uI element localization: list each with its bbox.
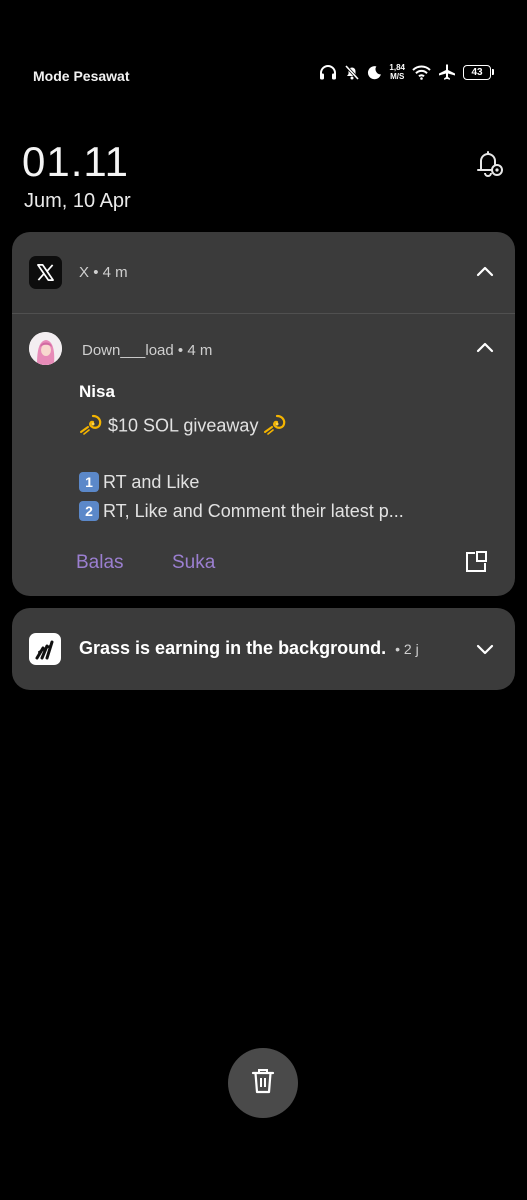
clock-time: 01.11 [22,138,129,185]
trash-icon [250,1067,276,1100]
airplane-mode-label: Mode Pesawat [33,68,130,84]
step-two-text: RT, Like and Comment their latest p... [103,501,404,521]
notification-app-header[interactable]: X • 4 m [12,232,515,313]
open-external-icon[interactable] [464,550,488,574]
message-line-1: $10 SOL giveaway [79,413,287,440]
app-time: 4 m [102,264,128,281]
sender-meta: Down___load • 4 m [82,342,213,359]
divider [12,313,515,314]
bell-settings-icon[interactable] [472,146,508,182]
sparkle-emoji-icon [263,413,287,440]
notification-title: Nisa [79,382,115,401]
message-line-3: 2 RT, Like and Comment their latest p... [79,501,404,522]
collapse-message-chevron-up-icon[interactable] [474,337,496,359]
step-one-text: RT and Like [103,472,200,492]
expand-chevron-down-icon[interactable] [474,638,496,660]
avatar [29,332,62,365]
keycap-two-emoji: 2 [79,501,99,521]
wifi-icon [412,65,431,80]
battery-level: 43 [463,64,491,80]
grass-notification-text: Grass is earning in the background. • 2 … [79,638,419,658]
clear-all-button[interactable] [228,1048,298,1118]
battery-icon: 43 [463,64,494,80]
app-meta: X • 4 m [79,264,128,281]
status-bar: Mode Pesawat 1,84 M/S 43 [0,60,527,92]
network-speed: 1,84 M/S [389,63,405,81]
x-logo-icon [29,256,62,289]
status-icons: 1,84 M/S 43 [319,63,494,81]
keycap-one-emoji: 1 [79,472,99,492]
collapse-group-chevron-up-icon[interactable] [474,261,496,283]
bell-muted-icon [344,64,360,80]
airplane-icon [438,63,456,81]
giveaway-text: $10 SOL giveaway [108,415,259,436]
like-button[interactable]: Suka [172,552,215,574]
grass-logo-icon [29,633,61,665]
headphones-icon [319,64,337,80]
app-name: X [79,264,90,281]
reply-button[interactable]: Balas [76,552,124,574]
moon-icon [367,65,382,80]
notification-card-x[interactable]: X • 4 m Down___load • 4 m Nisa $10 SOL g… [12,232,515,596]
grass-time: • 2 j [395,641,419,657]
clock-date: Jum, 10 Apr [24,190,131,212]
sender-name: Down___load [82,342,174,359]
sender-time: 4 m [187,342,213,359]
sparkle-emoji-icon [79,413,103,440]
message-line-2: 1 RT and Like [79,472,199,493]
notification-card-grass[interactable]: Grass is earning in the background. • 2 … [12,608,515,690]
